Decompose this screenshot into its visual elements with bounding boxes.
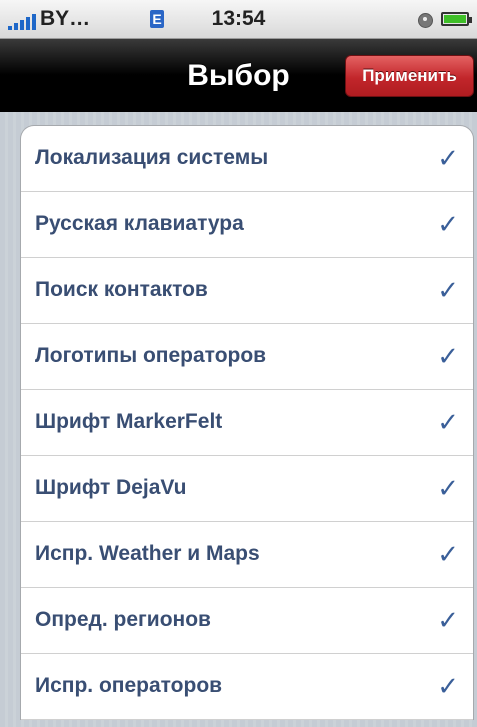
status-time: 13:54 xyxy=(211,7,266,30)
list-item-label: Испр. Weather и Maps xyxy=(35,542,260,565)
list-item[interactable]: Русская клавиатура ✓ xyxy=(21,192,473,258)
list-item-label: Логотипы операторов xyxy=(35,344,267,367)
list-item-label: Шрифт DejaVu xyxy=(35,476,187,499)
orientation-lock-icon xyxy=(418,13,433,28)
checkmark-icon: ✓ xyxy=(437,473,459,503)
status-bar: BY… E 13:54 xyxy=(0,0,477,39)
list-item[interactable]: Логотипы операторов ✓ xyxy=(21,324,473,390)
checkmark-icon: ✓ xyxy=(437,671,459,701)
checkmark-icon: ✓ xyxy=(437,341,459,371)
checkmark-icon: ✓ xyxy=(437,209,459,239)
list-item-label: Поиск контактов xyxy=(35,278,208,301)
list-item[interactable]: Испр. операторов ✓ xyxy=(21,654,473,720)
checkmark-icon: ✓ xyxy=(437,539,459,569)
checkmark-icon: ✓ xyxy=(437,407,459,437)
checkmark-icon: ✓ xyxy=(437,143,459,173)
navigation-bar: Выбор Применить xyxy=(0,39,477,112)
list-item-label: Опред. регионов xyxy=(35,608,211,631)
list-item[interactable]: Поиск контактов ✓ xyxy=(21,258,473,324)
options-list: Локализация системы ✓ Русская клавиатура ✓ П… xyxy=(20,125,474,720)
list-item-label: Локализация системы xyxy=(35,146,269,169)
battery-icon xyxy=(441,12,472,26)
list-item-label: Испр. операторов xyxy=(35,674,223,697)
list-item[interactable]: Опред. регионов ✓ xyxy=(21,588,473,654)
list-item[interactable]: Локализация системы ✓ xyxy=(21,126,473,192)
apply-button[interactable]: Применить xyxy=(345,55,474,97)
list-item[interactable]: Шрифт MarkerFelt ✓ xyxy=(21,390,473,456)
content-area[interactable]: Локализация системы ✓ Русская клавиатура ✓ П… xyxy=(0,112,477,727)
checkmark-icon: ✓ xyxy=(437,275,459,305)
screen: BY… E 13:54 Выбор Применить Локализация … xyxy=(0,0,477,727)
list-item-label: Русская клавиатура xyxy=(35,212,244,235)
list-item[interactable]: Испр. Weather и Maps ✓ xyxy=(21,522,473,588)
checkmark-icon: ✓ xyxy=(437,605,459,635)
list-item[interactable]: Шрифт DejaVu ✓ xyxy=(21,456,473,522)
list-item-label: Шрифт MarkerFelt xyxy=(35,410,223,433)
